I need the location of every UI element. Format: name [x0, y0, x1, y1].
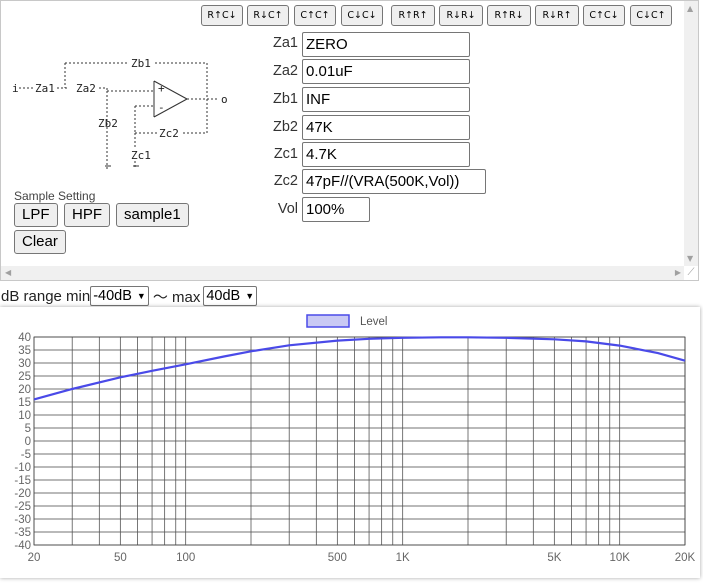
- db-min-value: -40dB: [93, 288, 132, 304]
- db-max-value: 40dB: [206, 288, 241, 304]
- circuit-diagram: i Za1 Za2 Zb1 Zb2 Zc2 Zc1 + - o: [12, 57, 228, 169]
- clear-button[interactable]: Clear: [14, 230, 66, 254]
- r-up-c-down-button[interactable]: R↑C↓: [201, 5, 243, 26]
- db-min-select[interactable]: -40dB ▼: [90, 286, 149, 306]
- x-tick-label: 100: [176, 552, 195, 564]
- y-tick-label: -5: [21, 449, 31, 461]
- y-tick-label: 5: [25, 423, 31, 435]
- y-tick-label: -40: [14, 540, 31, 552]
- y-tick-label: 20: [18, 384, 31, 396]
- chevron-down-icon: ▼: [245, 291, 255, 301]
- y-tick-label: 15: [18, 397, 31, 409]
- y-tick-label: 35: [18, 345, 31, 357]
- zb1-label: Zb1: [131, 57, 151, 70]
- x-tick-label: 5K: [547, 552, 561, 564]
- legend-label: Level: [360, 316, 388, 328]
- vol-field-label: Vol: [277, 201, 298, 217]
- x-tick-label: 50: [114, 552, 127, 564]
- za1-field-label: Za1: [273, 35, 298, 51]
- db-max-select[interactable]: 40dB ▼: [203, 286, 258, 306]
- db-range-max-label: 〜 max: [152, 288, 201, 306]
- za1-label: Za1: [35, 82, 55, 95]
- y-tick-label: 0: [25, 436, 31, 448]
- r-down-r-up-button[interactable]: R↓R↑: [535, 5, 579, 26]
- horizontal-scrollbar[interactable]: ◀ ▶: [1, 266, 685, 280]
- vertical-scrollbar[interactable]: ▲ ▼: [684, 1, 698, 267]
- x-tick-label: 10K: [609, 552, 630, 564]
- zc2-field[interactable]: [302, 169, 486, 194]
- zc1-label: Zc1: [131, 149, 151, 162]
- r-up-r-down-button[interactable]: R↑R↓: [487, 5, 531, 26]
- c-up-c-down-button[interactable]: C↑C↓: [583, 5, 625, 26]
- zc1-field[interactable]: [302, 142, 470, 167]
- zb2-field-label: Zb2: [273, 119, 298, 135]
- c-down-c-down-button[interactable]: C↓C↓: [341, 5, 383, 26]
- opamp-plus-label: +: [158, 82, 165, 95]
- sample-setting-heading: Sample Setting: [14, 189, 96, 203]
- legend-swatch: [306, 314, 350, 328]
- za2-field-label: Za2: [273, 63, 298, 79]
- chevron-down-icon: ▼: [136, 291, 146, 301]
- hpf-button[interactable]: HPF: [64, 203, 110, 227]
- scroll-right-arrow-icon[interactable]: ▶: [675, 268, 681, 278]
- r-up-r-up-button[interactable]: R↑R↑: [391, 5, 435, 26]
- y-tick-label: 25: [18, 371, 31, 383]
- zc2-label: Zc2: [159, 127, 179, 140]
- y-tick-label: -30: [14, 514, 31, 526]
- chart-canvas: 4035302520151050-5-10-15-20-25-30-35-402…: [14, 314, 696, 564]
- sample1-button[interactable]: sample1: [116, 203, 189, 227]
- opamp-minus-label: -: [158, 101, 165, 114]
- vol-field[interactable]: [302, 197, 370, 222]
- output-node-label: o: [221, 93, 228, 106]
- x-tick-label: 1K: [396, 552, 410, 564]
- y-tick-label: -10: [14, 462, 31, 474]
- r-down-r-down-button[interactable]: R↓R↓: [439, 5, 483, 26]
- zb1-field-label: Zb1: [273, 91, 298, 107]
- db-range-min-label: dB range min: [1, 287, 91, 305]
- za2-field[interactable]: [302, 59, 470, 84]
- za1-field[interactable]: [302, 32, 470, 57]
- scroll-up-arrow-icon[interactable]: ▲: [687, 4, 693, 14]
- scroll-down-arrow-icon[interactable]: ▼: [687, 254, 693, 264]
- y-tick-label: -35: [14, 527, 31, 539]
- x-tick-label: 20K: [675, 552, 696, 564]
- y-tick-label: -25: [14, 501, 31, 513]
- zb2-label: Zb2: [98, 117, 118, 130]
- lpf-button[interactable]: LPF: [14, 203, 58, 227]
- level-series-line: [33, 336, 686, 401]
- c-up-c-up-button[interactable]: C↑C↑: [294, 5, 336, 26]
- y-tick-label: -15: [14, 475, 31, 487]
- r-down-c-up-button[interactable]: R↓C↑: [247, 5, 289, 26]
- scroll-left-arrow-icon[interactable]: ◀: [5, 268, 11, 278]
- zb1-field[interactable]: [302, 87, 470, 112]
- y-tick-label: 30: [18, 358, 31, 370]
- c-down-c-up-button[interactable]: C↓C↑: [630, 5, 672, 26]
- zc2-field-label: Zc2: [273, 173, 298, 189]
- y-tick-label: 40: [18, 332, 31, 344]
- x-tick-label: 500: [328, 552, 347, 564]
- resize-handle-icon[interactable]: ⟋: [684, 266, 698, 280]
- za2-label: Za2: [76, 82, 96, 95]
- frequency-response-chart: 40 35 30 25 20 15 10 5 0 -5 -10 -15 -20 -25 -30 -35 -40 2…: [0, 307, 700, 578]
- x-tick-label: 20: [28, 552, 41, 564]
- y-tick-label: 10: [18, 410, 31, 422]
- input-node-label: i: [12, 82, 19, 95]
- editor-panel: R↑C↓ R↓C↑ C↑C↑ C↓C↓ R↑R↑ R↓R↓ R↑R↓ R↓R↑ …: [0, 0, 699, 281]
- db-range-row: dB range min -40dB ▼ 〜 max 40dB ▼: [1, 285, 258, 307]
- zc1-field-label: Zc1: [273, 146, 298, 162]
- y-tick-label: -20: [14, 488, 31, 500]
- zb2-field[interactable]: [302, 115, 470, 140]
